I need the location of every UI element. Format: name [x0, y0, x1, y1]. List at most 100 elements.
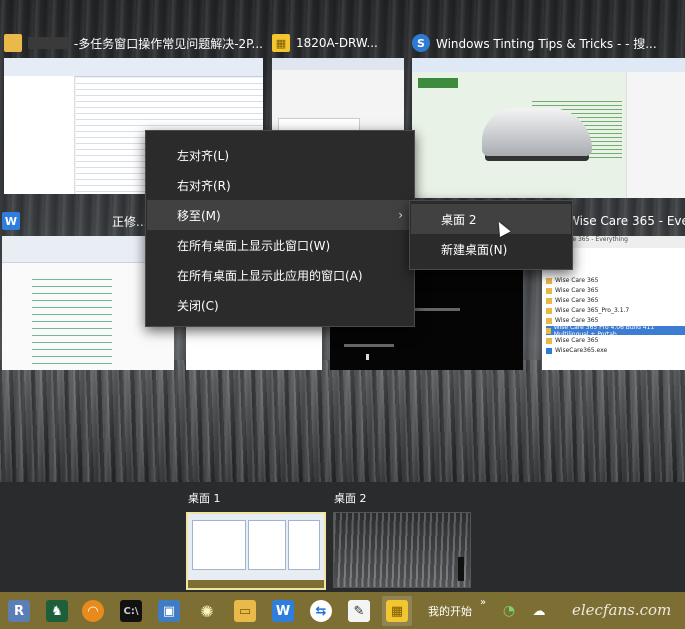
menu-item-label: 移至(M) — [177, 208, 221, 223]
menu-item-show-app-all-desktops[interactable]: 在所有桌面上显示此应用的窗口(A) — [147, 260, 413, 290]
sogou-browser-icon: S — [412, 34, 430, 52]
wps-icon: W — [272, 600, 294, 622]
list-item[interactable]: Wise Care 365 — [546, 276, 598, 285]
teamviewer-icon: ⇆ — [310, 600, 332, 622]
list-item-label: Wise Care 365 — [555, 277, 599, 284]
folder-icon — [546, 317, 552, 324]
taskbar-idea[interactable]: ✺ — [192, 596, 222, 626]
window-title: Windows Tinting Tips & Tricks - - 搜... — [436, 36, 657, 51]
wifi-icon: ◔ — [502, 603, 516, 619]
browser-sidebar — [626, 72, 685, 198]
window-title: 1820A-DRW... — [296, 36, 378, 50]
terminal-icon: C:\ — [120, 600, 142, 622]
menu-item-label: 在所有桌面上显示此应用的窗口(A) — [177, 268, 363, 283]
menu-item-label: 桌面 2 — [441, 212, 477, 227]
explorer-nav-pane — [4, 76, 75, 194]
document-page — [278, 118, 360, 130]
taskbar-file-explorer[interactable]: ▭ — [230, 596, 260, 626]
list-item[interactable]: WiseCare365.exe — [546, 346, 607, 355]
notepad-app-icon: ▦ — [272, 34, 290, 52]
folder-icon — [546, 327, 551, 334]
list-item-label: Wise Care 365 — [555, 297, 599, 304]
folder-icon — [546, 277, 552, 284]
window-title-bar[interactable]: S Windows Tinting Tips & Tricks - - 搜... — [412, 30, 685, 56]
menu-item-label: 新建桌面(N) — [441, 242, 508, 257]
menu-item-snap-left[interactable]: 左对齐(L) — [147, 140, 413, 170]
menu-item-label: 右对齐(R) — [177, 178, 231, 193]
mini-window — [248, 520, 286, 570]
list-item-selected[interactable]: Wise Care 365 Pro 4.06 Build 411 Multili… — [546, 324, 685, 338]
taskbar-slides[interactable]: ▦ — [382, 596, 412, 626]
toolbar-overflow-chevron-icon[interactable]: » — [480, 597, 486, 608]
move-to-submenu: 桌面 2 新建桌面(N) — [409, 200, 573, 270]
document-content — [32, 276, 112, 366]
taskbar-terminal[interactable]: C:\ — [116, 596, 146, 626]
cloud-icon: ☁ — [532, 603, 546, 619]
mini-window — [288, 520, 320, 570]
watermark: elecfans.com — [572, 601, 672, 619]
headset-icon: ◠ — [82, 600, 104, 622]
my-start-button[interactable]: 我的开始 — [428, 603, 472, 619]
menu-item-label: 左对齐(L) — [177, 148, 230, 163]
virtual-desktop-strip: 桌面 1 桌面 2 — [0, 482, 685, 592]
list-item-label: Wise Care 365 — [555, 337, 599, 344]
wise-care-icon: R — [8, 600, 30, 622]
terminal-line — [344, 344, 394, 347]
menu-item-label: 关闭(C) — [177, 298, 219, 313]
terminal-cursor — [366, 354, 369, 360]
submenu-item-new-desktop[interactable]: 新建桌面(N) — [411, 234, 571, 264]
exe-icon — [546, 347, 552, 354]
window-browser[interactable]: S Windows Tinting Tips & Tricks - - 搜... — [412, 30, 685, 198]
menu-item-label: 在所有桌面上显示此窗口(W) — [177, 238, 331, 253]
idea-icon: ✺ — [200, 601, 214, 621]
folder-icon — [4, 34, 22, 52]
desktop-2-thumbnail[interactable] — [333, 512, 471, 588]
taskbar-wise-care[interactable]: R — [4, 596, 34, 626]
site-logo — [418, 78, 458, 88]
taskbar-notepad[interactable]: ✎ — [344, 596, 374, 626]
wps-writer-icon: W — [2, 212, 20, 230]
window-title-bar[interactable]: -多任务窗口操作常见问题解决-2P... — [4, 30, 263, 56]
menu-item-show-window-all-desktops[interactable]: 在所有桌面上显示此窗口(W) — [147, 230, 413, 260]
folder-icon — [546, 337, 552, 344]
list-item[interactable]: Wise Care 365 — [546, 296, 598, 305]
file-explorer-icon: ▭ — [234, 600, 256, 622]
window-title-bar[interactable]: ▦ 1820A-DRW... — [272, 30, 404, 56]
list-item-label: Wise Care 365 — [555, 287, 599, 294]
taskbar-remote-desktop[interactable]: ▣ — [154, 596, 184, 626]
list-item-label: WiseCare365.exe — [555, 347, 608, 354]
folder-icon — [546, 307, 552, 314]
notepad-icon: ✎ — [348, 600, 370, 622]
mini-taskbar — [188, 580, 324, 588]
desktop-1-label: 桌面 1 — [188, 492, 221, 505]
taskbar-wps[interactable]: W — [268, 596, 298, 626]
taskbar-teamviewer[interactable]: ⇆ — [306, 596, 336, 626]
window-title: -多任务窗口操作常见问题解决-2P... — [73, 36, 263, 51]
context-menu: 左对齐(L) 右对齐(R) 移至(M) › 在所有桌面上显示此窗口(W) 在所有桌… — [145, 130, 415, 327]
slides-icon: ▦ — [386, 600, 408, 622]
explorer-ribbon — [4, 58, 263, 77]
toolbar-strip — [272, 58, 404, 70]
list-item[interactable]: Wise Care 365 — [546, 286, 598, 295]
taskbar-game[interactable]: ♞ — [42, 596, 72, 626]
mini-window — [192, 520, 246, 570]
mini-figure — [458, 557, 464, 581]
window-title: 正修... — [112, 214, 148, 229]
folder-icon — [546, 287, 552, 294]
list-item[interactable]: Wise Care 365 — [546, 336, 598, 345]
desktop-2-label: 桌面 2 — [334, 492, 367, 505]
window-thumbnail[interactable] — [412, 58, 685, 198]
menu-item-close[interactable]: 关闭(C) — [147, 290, 413, 320]
desktop-1-thumbnail[interactable] — [186, 512, 326, 590]
submenu-item-desktop-2[interactable]: 桌面 2 — [411, 204, 571, 234]
redacted-text — [28, 37, 68, 49]
window-thumbnail[interactable] — [272, 58, 404, 130]
list-item[interactable]: Wise Care 365_Pro_3.1.7 — [546, 306, 629, 315]
window-document[interactable]: ▦ 1820A-DRW... — [272, 30, 404, 130]
taskbar-wifi[interactable]: ◔ — [494, 596, 524, 626]
taskbar-headset[interactable]: ◠ — [78, 596, 108, 626]
remote-desktop-icon: ▣ — [158, 600, 180, 622]
menu-item-snap-right[interactable]: 右对齐(R) — [147, 170, 413, 200]
taskbar-cloud[interactable]: ☁ — [524, 596, 554, 626]
menu-item-move-to[interactable]: 移至(M) › — [147, 200, 413, 230]
